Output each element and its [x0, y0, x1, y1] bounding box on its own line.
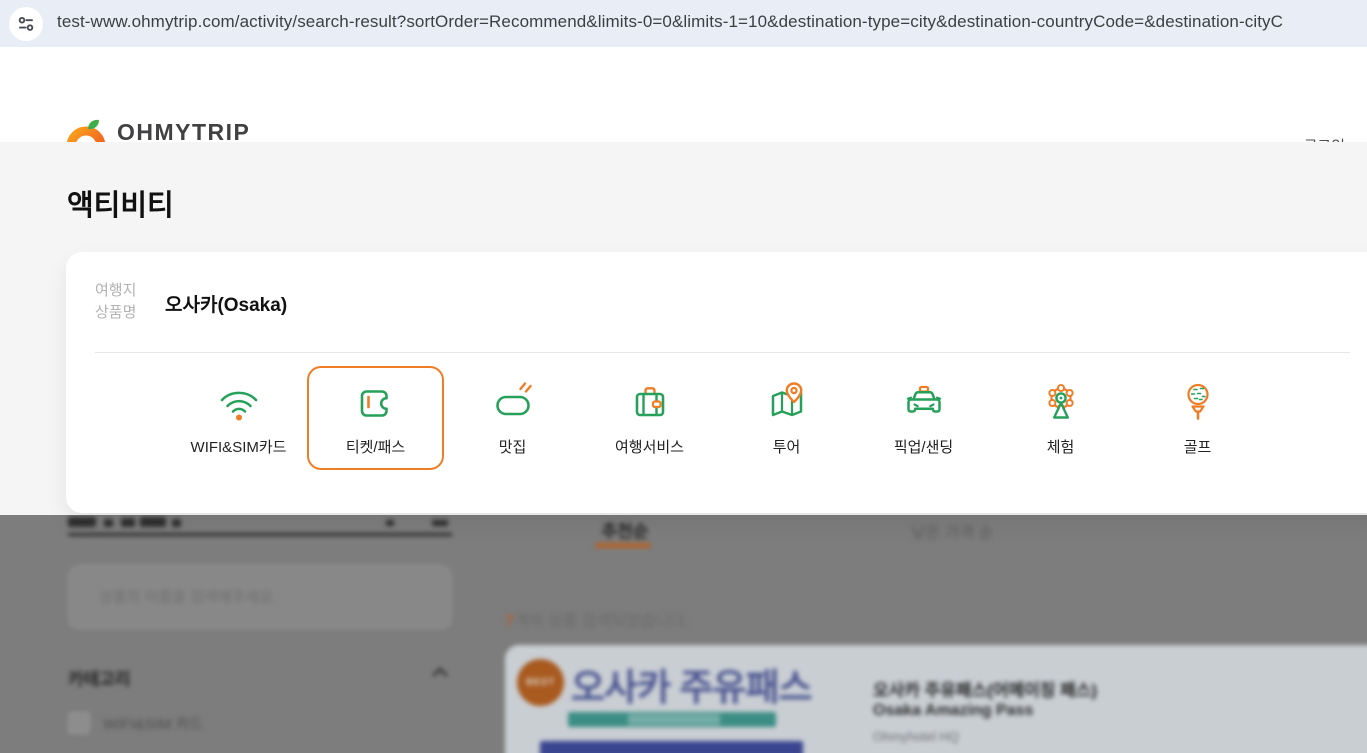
- clipped-text-remnant: [386, 520, 394, 526]
- golf-icon: [1186, 383, 1209, 420]
- ticket-icon: [360, 390, 388, 417]
- page-title: 액티비티: [67, 190, 174, 222]
- best-badge: BEST: [517, 659, 564, 706]
- suitcase-icon: [635, 387, 664, 417]
- tune-icon: [18, 16, 34, 31]
- results-section: 상품의 이름을 검색해주세요. 카테고리 WIFI&SIM 카드 추천순 낮은 …: [0, 515, 1367, 753]
- category-row: WIFI&SIM카드 티켓/패스 맛집 여행서비스 투어 픽업/샌딩 체험 골프: [170, 366, 1266, 470]
- category-option-row: WIFI&SIM 카드: [68, 712, 203, 734]
- tour-map-icon: [771, 382, 802, 417]
- sidebar-heading-underline: [68, 533, 452, 536]
- results-main: 추천순 낮은 가격 순 7개의 상품 검색되었습니다. BEST 오사카 주유패…: [505, 515, 1367, 753]
- card-divider: [95, 352, 1350, 353]
- category-label: WIFI&SIM카드: [190, 439, 287, 456]
- product-image-banner-blue: [540, 741, 803, 753]
- product-subtitle: Osaka Amazing Pass: [873, 702, 1034, 719]
- wifi-sim-icon: [220, 391, 257, 421]
- product-vendor: Ohmyhotel HQ: [873, 729, 959, 744]
- sort-tab-recommend[interactable]: 추천순: [590, 517, 660, 542]
- checkbox-label: WIFI&SIM 카드: [103, 715, 204, 733]
- banner-text-block: [628, 714, 720, 725]
- site-settings-button[interactable]: [9, 7, 43, 41]
- category-label: 체험: [1046, 439, 1075, 456]
- dimmed-results-overlay: 상품의 이름을 검색해주세요. 카테고리 WIFI&SIM 카드 추천순 낮은 …: [0, 515, 1367, 753]
- category-item-restaurant[interactable]: 맛집: [444, 366, 581, 470]
- category-label: 여행서비스: [614, 439, 684, 456]
- clipped-text-remnant: [140, 517, 166, 527]
- product-image-banner-teal: [568, 712, 776, 727]
- result-count-number: 7: [505, 613, 514, 630]
- address-bar[interactable]: test-www.ohmytrip.com/activity/search-re…: [57, 12, 1283, 32]
- filter-sidebar: 상품의 이름을 검색해주세요. 카테고리 WIFI&SIM 카드: [68, 515, 452, 753]
- category-item-pickup-sending[interactable]: 픽업/샌딩: [855, 366, 992, 470]
- category-label: 티켓/패스: [345, 439, 406, 456]
- category-item-golf[interactable]: 골프: [1129, 366, 1266, 470]
- category-item-ticket-pass[interactable]: 티켓/패스: [307, 366, 444, 470]
- category-filter-heading: 카테고리: [68, 670, 131, 689]
- clipped-text-remnant: [432, 520, 448, 526]
- product-card[interactable]: BEST 오사카 주유패스 오사카 주유패스(어메이징 패스) Osaka Am…: [505, 645, 1367, 753]
- product-image-title: 오사카 주유패스: [571, 667, 813, 708]
- result-count: 7개의 상품 검색되었습니다.: [505, 613, 690, 630]
- category-label: 투어: [772, 439, 801, 456]
- clipped-text-remnant: [104, 519, 113, 527]
- chevron-up-icon[interactable]: [432, 667, 448, 677]
- product-title: 오사카 주유패스(어메이징 패스): [873, 681, 1098, 700]
- category-item-travel-service[interactable]: 여행서비스: [581, 366, 718, 470]
- category-label: 픽업/샌딩: [893, 439, 954, 456]
- category-label: 맛집: [498, 439, 527, 456]
- active-tab-underline: [595, 543, 651, 548]
- category-item-experience[interactable]: 체험: [992, 366, 1129, 470]
- browser-url-bar: test-www.ohmytrip.com/activity/search-re…: [0, 0, 1367, 47]
- sort-tab-lowest-price[interactable]: 낮은 가격 순: [902, 519, 1002, 543]
- clipped-text-remnant: [172, 519, 181, 527]
- destination-field-label: 여행지 상품명: [95, 282, 137, 321]
- activity-search-card: 여행지 상품명 오사카(Osaka) WIFI&SIM카드 티켓/패스 맛집 여…: [66, 252, 1367, 513]
- wifi-sim-checkbox[interactable]: [68, 712, 90, 734]
- category-item-wifi-sim[interactable]: WIFI&SIM카드: [170, 366, 307, 470]
- destination-field-value[interactable]: 오사카(Osaka): [165, 290, 287, 317]
- category-item-tour[interactable]: 투어: [718, 366, 855, 470]
- clipped-text-remnant: [68, 517, 96, 527]
- ferris-wheel-icon: [1047, 384, 1074, 419]
- category-label: 골프: [1183, 439, 1212, 456]
- product-name-search-input[interactable]: 상품의 이름을 검색해주세요.: [68, 565, 452, 629]
- clipped-text-remnant: [121, 518, 135, 527]
- site-header: OHMYTRIP by OHMYHOTEL 로그인: [0, 47, 1367, 166]
- taxi-icon: [906, 385, 941, 413]
- search-placeholder: 상품의 이름을 검색해주세요.: [99, 589, 278, 606]
- restaurant-bowl-icon: [495, 382, 532, 416]
